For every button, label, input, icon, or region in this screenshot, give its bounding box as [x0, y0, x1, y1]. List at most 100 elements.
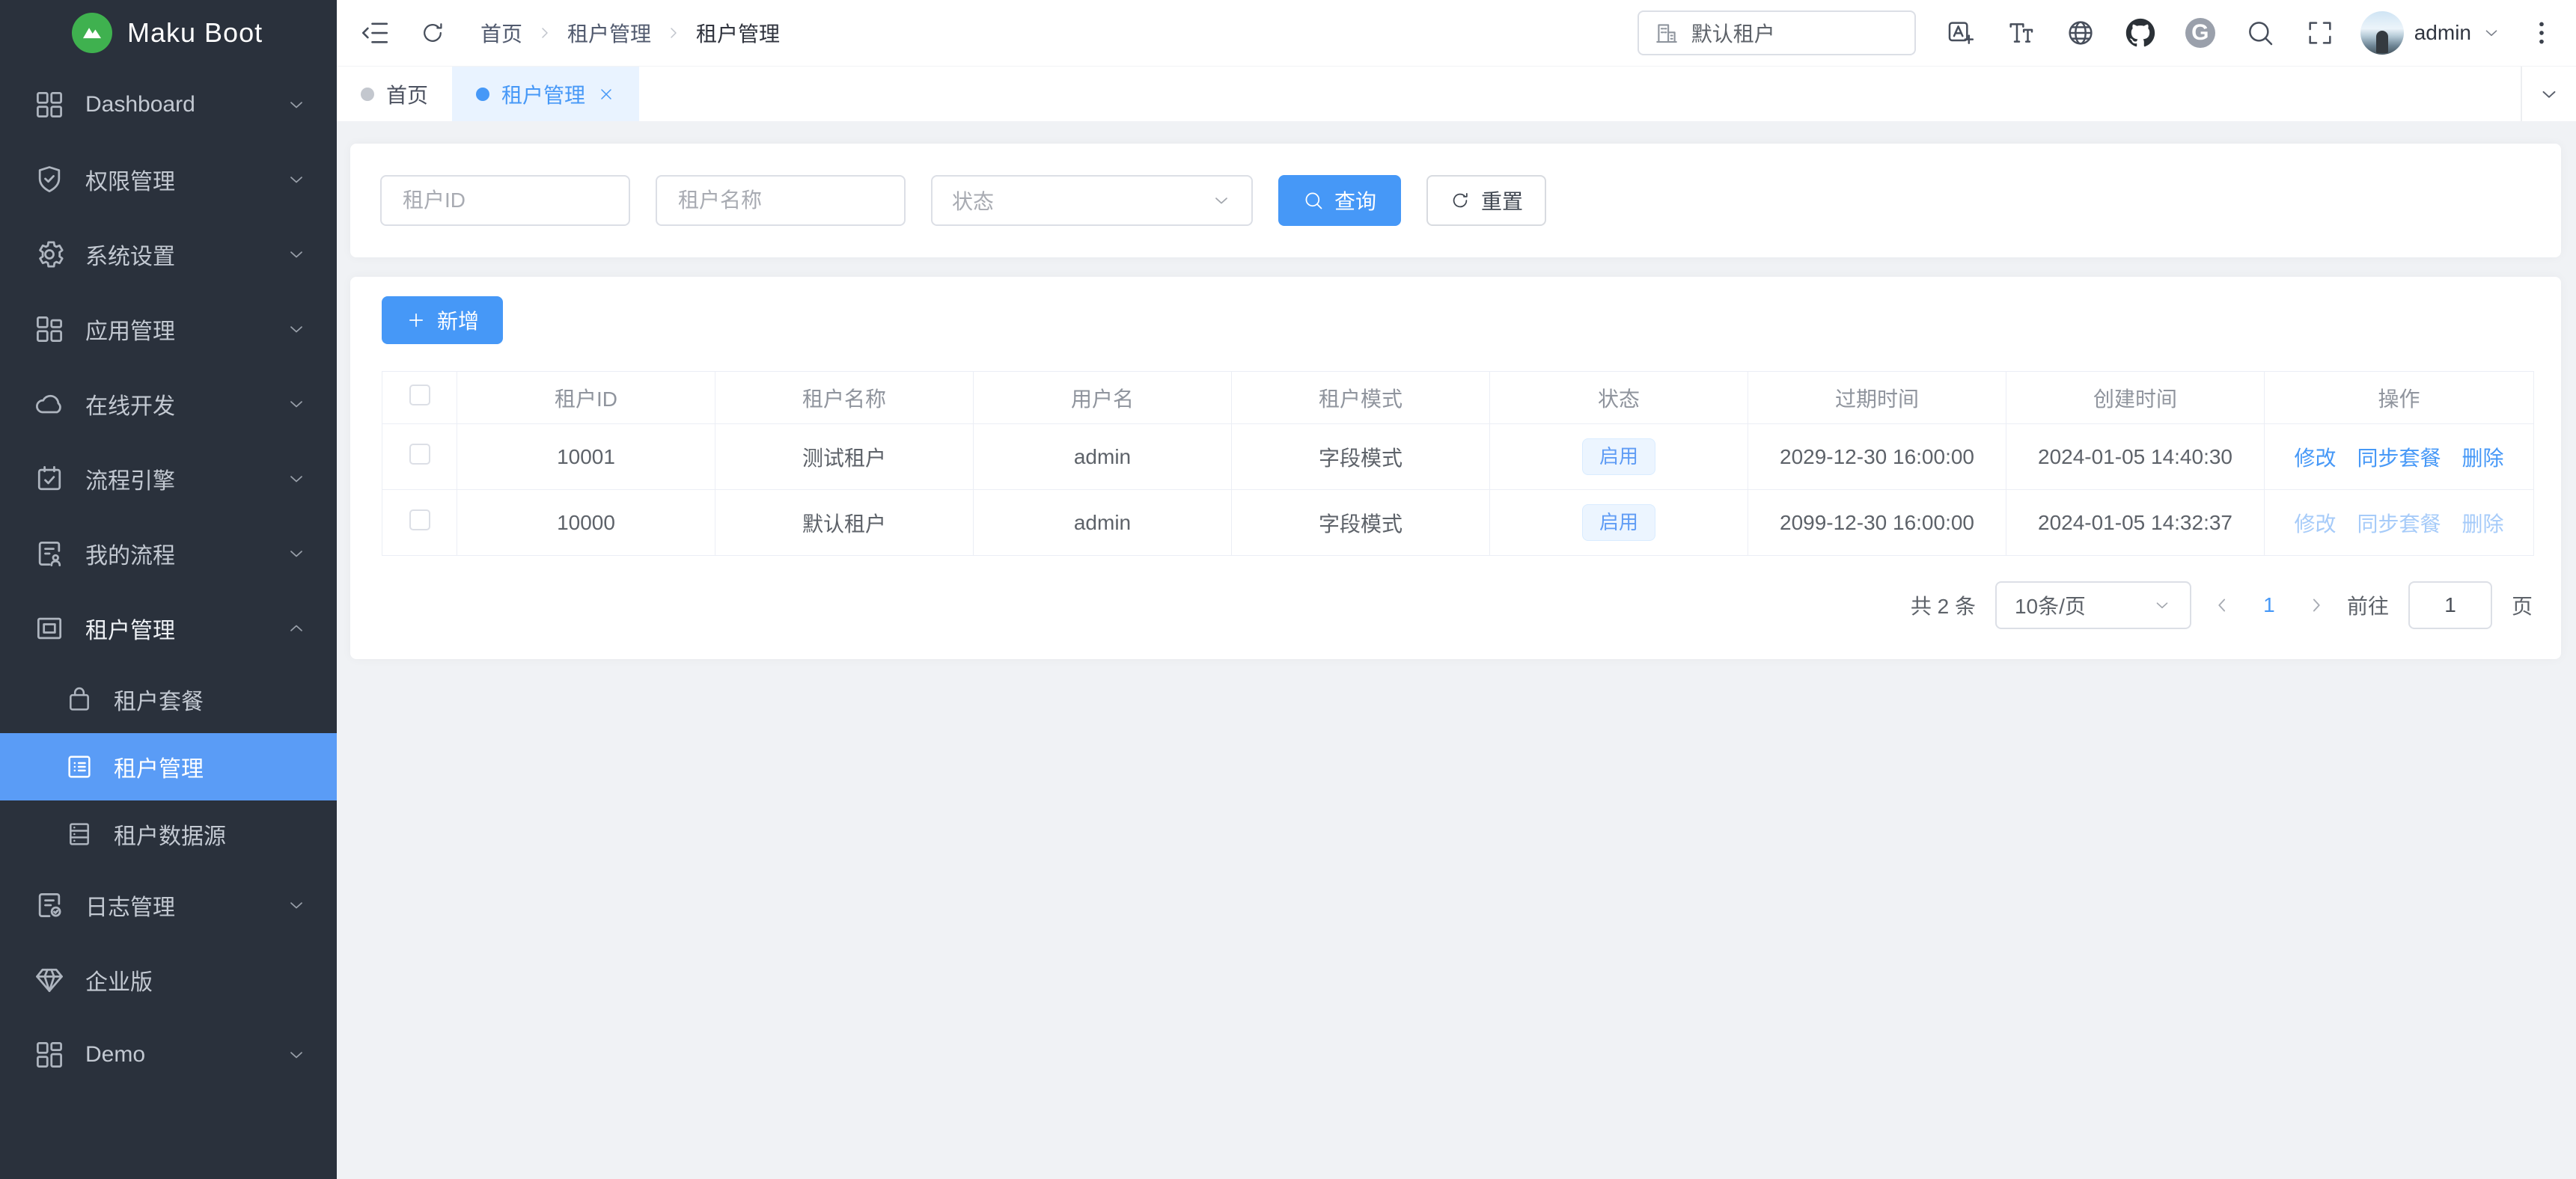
- cell-tenant-id: 10000: [457, 490, 715, 556]
- prev-page-button[interactable]: [2211, 594, 2233, 616]
- sidebar-subitem-tenant-datasource[interactable]: 租户数据源: [0, 800, 337, 868]
- gitee-button[interactable]: G: [2185, 18, 2215, 48]
- sidebar-item-permissions[interactable]: 权限管理: [0, 142, 337, 217]
- fullscreen-icon: [2305, 18, 2335, 48]
- page-size-select[interactable]: 10条/页: [1995, 581, 2191, 629]
- sidebar-item-log-management[interactable]: 日志管理: [0, 868, 337, 943]
- delete-link[interactable]: 删除: [2462, 512, 2504, 536]
- sidebar-item-demo[interactable]: Demo: [0, 1017, 337, 1092]
- table-header-row: 租户ID 租户名称 用户名 租户模式 状态 过期时间 创建时间 操作: [382, 372, 2534, 424]
- cell-expire-time: 2029-12-30 16:00:00: [1748, 424, 2006, 490]
- status-badge[interactable]: 启用: [1582, 504, 1655, 541]
- sidebar-item-my-workflow[interactable]: 我的流程: [0, 516, 337, 591]
- edit-link[interactable]: 修改: [2294, 447, 2336, 470]
- sidebar-item-system-settings[interactable]: 系统设置: [0, 217, 337, 292]
- cell-username: admin: [974, 490, 1232, 556]
- sidebar-item-app-management[interactable]: 应用管理: [0, 292, 337, 367]
- column-header: 租户ID: [457, 372, 715, 424]
- breadcrumb-home[interactable]: 首页: [480, 18, 522, 48]
- sidebar-item-enterprise[interactable]: 企业版: [0, 943, 337, 1017]
- username: admin: [2414, 21, 2471, 45]
- close-icon[interactable]: [597, 85, 615, 103]
- chevron-right-icon: [536, 24, 554, 42]
- query-button[interactable]: 查询: [1278, 175, 1401, 226]
- column-header: 操作: [2265, 372, 2534, 424]
- reset-button[interactable]: 重置: [1426, 175, 1546, 226]
- table-row: 10000 默认租户 admin 字段模式 启用 2099-12-30 16:0…: [382, 490, 2534, 556]
- avatar: [2360, 11, 2404, 55]
- add-button[interactable]: 新增: [382, 296, 503, 344]
- kebab-menu-icon: [2527, 18, 2557, 48]
- search-icon: [1303, 190, 1324, 211]
- chevron-down-icon: [2538, 83, 2560, 105]
- chevron-down-icon: [286, 169, 307, 190]
- select-all-checkbox[interactable]: [409, 385, 430, 405]
- next-page-button[interactable]: [2305, 594, 2328, 616]
- sidebar: Maku Boot Dashboard 权限管理 系统设置 应用管理 在线开发: [0, 0, 337, 1179]
- sync-package-link[interactable]: 同步套餐: [2357, 447, 2441, 470]
- sidebar-item-online-dev[interactable]: 在线开发: [0, 367, 337, 441]
- search-form-card: 状态 查询 重置: [350, 144, 2561, 257]
- status-select[interactable]: 状态: [931, 175, 1253, 226]
- sidebar-item-label: 在线开发: [85, 388, 266, 420]
- status-badge[interactable]: 启用: [1582, 438, 1655, 475]
- language-button[interactable]: [2066, 18, 2096, 48]
- diamond-icon: [33, 964, 66, 996]
- sidebar-item-dashboard[interactable]: Dashboard: [0, 67, 337, 142]
- cell-create-time: 2024-01-05 14:32:37: [2006, 490, 2265, 556]
- page-number[interactable]: 1: [2253, 593, 2286, 617]
- goto-label: 前往: [2347, 590, 2389, 620]
- chevron-down-icon: [2152, 595, 2172, 615]
- tenant-select[interactable]: 默认租户: [1638, 10, 1916, 55]
- sidebar-subitem-tenant-package[interactable]: 租户套餐: [0, 666, 337, 733]
- tenant-select-value: 默认租户: [1691, 18, 1775, 48]
- header-checkbox-cell: [382, 372, 457, 424]
- list-icon: [64, 752, 94, 782]
- tab-dropdown-button[interactable]: [2521, 67, 2576, 121]
- fold-sidebar-button[interactable]: [359, 17, 391, 49]
- main-area: 首页 租户管理 租户管理 默认租户 G: [337, 0, 2576, 1179]
- sidebar-item-tenant-management[interactable]: 租户管理: [0, 591, 337, 666]
- refresh-button[interactable]: [419, 19, 446, 46]
- calendar-check-icon: [33, 462, 66, 495]
- app-title: Maku Boot: [127, 17, 263, 49]
- page-size-value: 10条/页: [2015, 590, 2086, 620]
- sidebar-item-label: Demo: [85, 1042, 266, 1068]
- settings-kebab-button[interactable]: [2527, 18, 2557, 48]
- sync-package-link[interactable]: 同步套餐: [2357, 512, 2441, 536]
- delete-link[interactable]: 删除: [2462, 447, 2504, 470]
- document-check-icon: [33, 889, 66, 922]
- tab-tenant-management[interactable]: 租户管理: [452, 67, 639, 121]
- translate-button[interactable]: [1946, 18, 1976, 48]
- user-menu[interactable]: admin: [2360, 11, 2501, 55]
- sidebar-item-label: 应用管理: [85, 313, 266, 346]
- sidebar-item-workflow-engine[interactable]: 流程引擎: [0, 441, 337, 516]
- chevron-down-icon: [286, 895, 307, 916]
- tab-home[interactable]: 首页: [337, 67, 452, 121]
- row-checkbox[interactable]: [409, 509, 430, 530]
- tenant-id-input[interactable]: [380, 175, 630, 226]
- sidebar-submenu-tenant: 租户套餐 租户管理 租户数据源: [0, 666, 337, 868]
- tab-bar-spacer: [639, 67, 2521, 121]
- sidebar-item-label: 系统设置: [85, 238, 266, 271]
- cell-actions: 修改同步套餐删除: [2265, 490, 2534, 556]
- edit-link[interactable]: 修改: [2294, 512, 2336, 536]
- github-button[interactable]: [2125, 18, 2155, 48]
- sidebar-item-label: 日志管理: [85, 889, 266, 922]
- chevron-down-icon: [286, 244, 307, 265]
- goto-page-input[interactable]: [2408, 581, 2492, 629]
- sidebar-subitem-tenant-management[interactable]: 租户管理: [0, 733, 337, 800]
- cell-status: 启用: [1490, 490, 1748, 556]
- tenant-table: 租户ID 租户名称 用户名 租户模式 状态 过期时间 创建时间 操作 10001: [382, 371, 2534, 556]
- row-checkbox[interactable]: [409, 444, 430, 465]
- query-button-label: 查询: [1334, 186, 1376, 215]
- search-button[interactable]: [2245, 18, 2275, 48]
- font-size-button[interactable]: [2006, 18, 2036, 48]
- tenant-name-input[interactable]: [656, 175, 906, 226]
- fullscreen-button[interactable]: [2305, 18, 2335, 48]
- document-user-icon: [33, 537, 66, 570]
- breadcrumb-tenant[interactable]: 租户管理: [567, 18, 651, 48]
- tab-bar: 首页 租户管理: [337, 66, 2576, 121]
- column-header: 创建时间: [2006, 372, 2265, 424]
- app-logo[interactable]: Maku Boot: [0, 0, 337, 66]
